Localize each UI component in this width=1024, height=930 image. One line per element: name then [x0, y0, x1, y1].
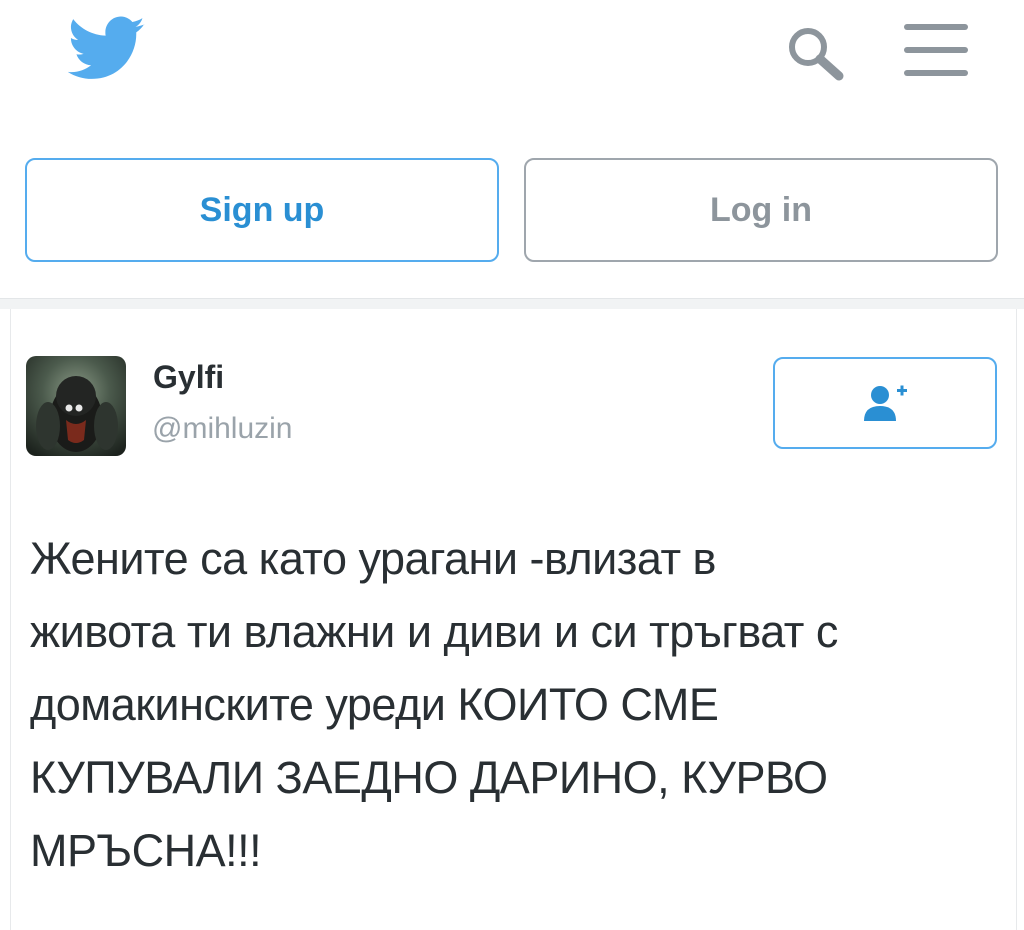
log-in-button[interactable]: Log in: [524, 158, 998, 262]
hamburger-menu-icon[interactable]: [900, 22, 972, 80]
author-name[interactable]: Gylfi: [153, 359, 224, 396]
sign-up-button[interactable]: Sign up: [25, 158, 499, 262]
tweet-text-line: домакинските уреди КОИТО СМЕ: [30, 679, 719, 730]
avatar[interactable]: [26, 356, 126, 456]
follow-button[interactable]: [773, 357, 997, 449]
author-handle[interactable]: @mihluzin: [152, 412, 293, 446]
tweet-text-line: Жените са като урагани -влизат в: [30, 533, 716, 584]
tweet-text: Жените са като урагани -влизат в живота …: [30, 522, 1000, 887]
tweet-text-line: КУПУВАЛИ ЗАЕДНО ДАРИНО, КУРВО: [30, 752, 828, 803]
add-user-icon: [864, 385, 907, 421]
search-icon[interactable]: [784, 24, 846, 82]
tweet-text-line: МРЪСНА!!!: [30, 825, 262, 876]
avatar-image: [26, 356, 126, 456]
section-divider: [0, 298, 1024, 309]
twitter-bird-icon[interactable]: [68, 16, 146, 82]
top-bar: [0, 0, 1024, 120]
tweet-text-line: живота ти влажни и диви и си тръгват с: [30, 606, 838, 657]
